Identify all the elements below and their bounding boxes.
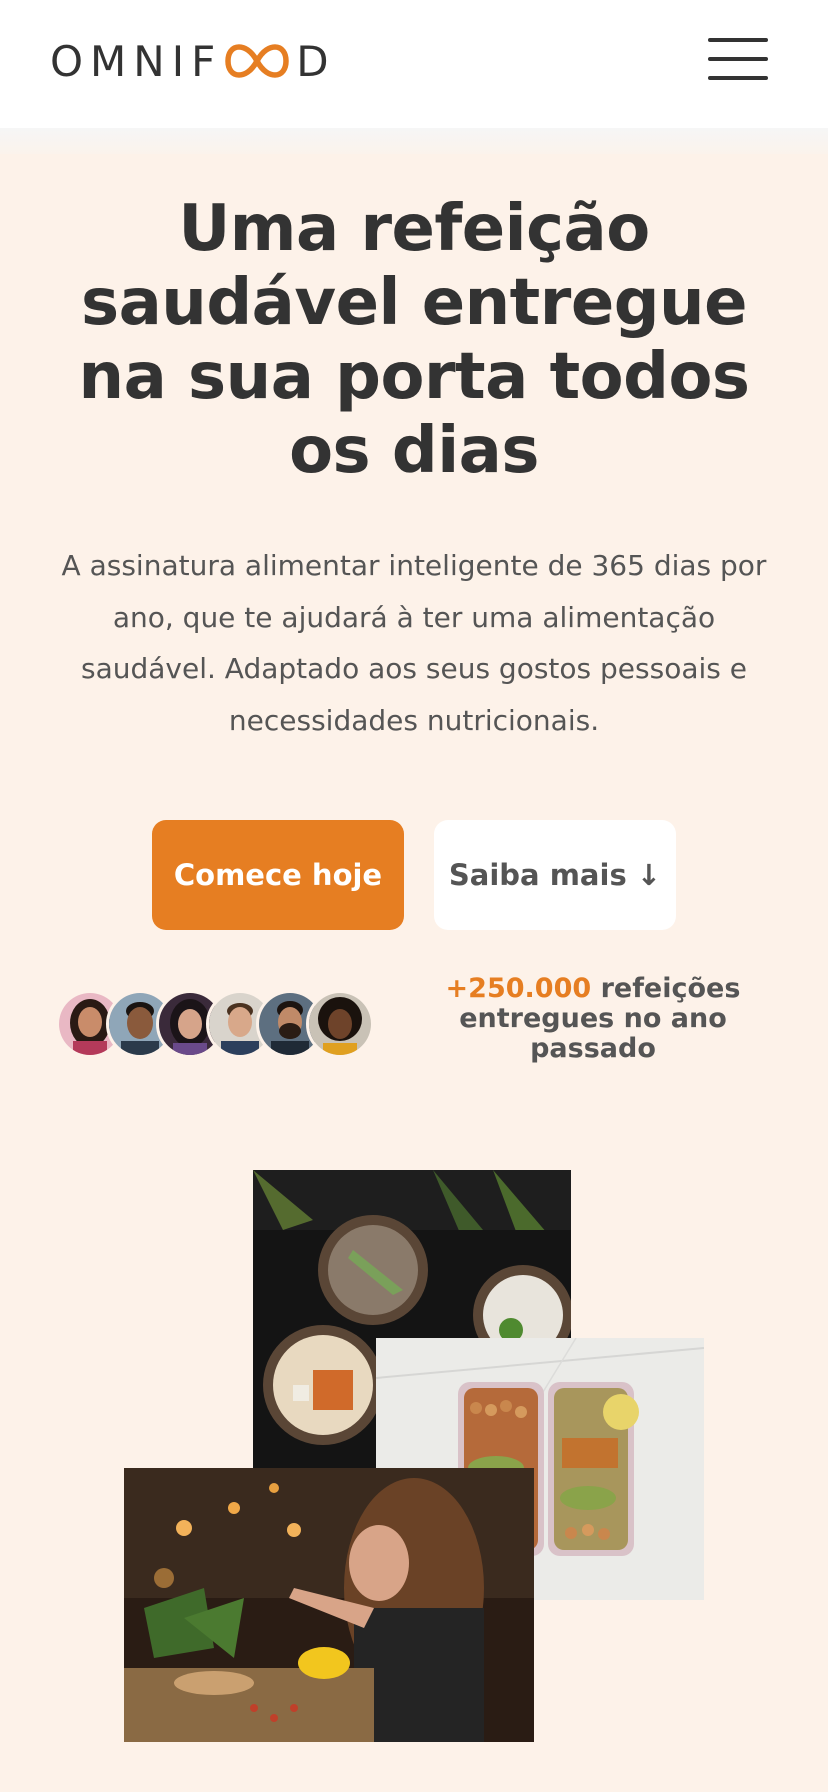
customer-avatar <box>306 990 374 1058</box>
hero-title: Uma refeição saudável entregue na sua po… <box>78 192 751 488</box>
start-today-button[interactable]: Comece hoje <box>152 820 404 930</box>
learn-more-button[interactable]: Saiba mais ↓ <box>434 820 676 930</box>
hamburger-menu-icon[interactable] <box>708 38 768 80</box>
meals-delivered-count: +250.000 <box>445 973 592 1004</box>
site-header: OMNIF D <box>0 0 828 128</box>
header-divider <box>0 128 828 154</box>
omnifood-logo[interactable]: OMNIF D <box>50 36 336 86</box>
woman-eating-photo <box>124 1468 534 1742</box>
infinity-logo-icon <box>224 42 290 80</box>
hero-description: A assinatura alimentar inteligente de 36… <box>61 549 767 737</box>
meals-delivered-text: +250.000 refeições entregues no ano pass… <box>436 974 750 1064</box>
logo-text-end: D <box>296 36 336 86</box>
logo-text-start: OMNIF <box>50 36 223 86</box>
